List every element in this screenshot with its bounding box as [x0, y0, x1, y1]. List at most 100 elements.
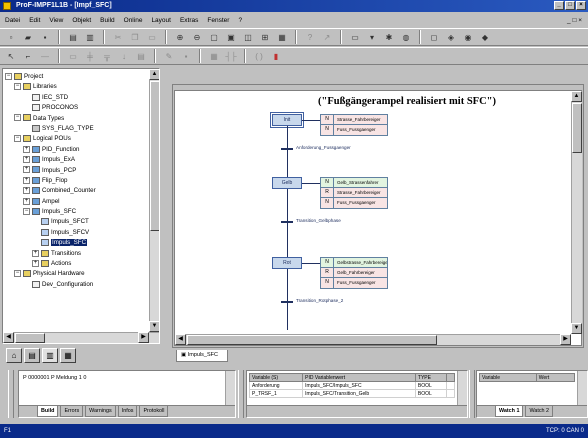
- action-row[interactable]: N Fuss_Fussgaenger: [321, 278, 387, 288]
- variables-column-header[interactable]: [445, 373, 456, 382]
- minimize-button[interactable]: _: [554, 1, 564, 10]
- editor-tab[interactable]: ▣ Impuls_SFC: [176, 350, 228, 362]
- scroll-left-icon[interactable]: ◀: [3, 332, 14, 343]
- scroll-up-icon[interactable]: ▲: [149, 69, 159, 80]
- watch-tab[interactable]: Watch 2: [525, 406, 554, 417]
- message-scrollbar[interactable]: [225, 371, 235, 405]
- sfc-transition[interactable]: [281, 148, 293, 150]
- menu-item-8[interactable]: Fenster: [206, 17, 230, 24]
- action-block[interactable]: N Strasse_Fahrbereiger N Fuss_Fussgaenger: [320, 114, 388, 136]
- tree-node[interactable]: Impuls_SFC: [5, 238, 147, 248]
- jump-icon[interactable]: ↓: [117, 49, 131, 63]
- action-row[interactable]: R Gelb_Fahrbereiger: [321, 268, 387, 278]
- message-tab[interactable]: Build: [37, 406, 59, 417]
- menu-item-1[interactable]: Edit: [28, 17, 41, 24]
- tree-node[interactable]: SYS_FLAG_TYPE: [5, 124, 147, 134]
- variables-column-header[interactable]: Variable (S): [248, 373, 304, 382]
- grid-icon[interactable]: ▦: [275, 30, 289, 44]
- build-icon[interactable]: ✱: [382, 30, 396, 44]
- expand-icon[interactable]: +: [23, 155, 30, 163]
- tree-node[interactable]: + Transitions: [5, 249, 147, 259]
- close-button[interactable]: ×: [576, 1, 586, 10]
- expand-icon[interactable]: +: [23, 197, 30, 205]
- collapse-icon[interactable]: −: [14, 270, 21, 278]
- menu-item-3[interactable]: Objekt: [71, 17, 92, 24]
- expand-icon[interactable]: +: [23, 187, 30, 195]
- help-icon[interactable]: ?: [303, 30, 317, 44]
- coil-icon[interactable]: ( ): [252, 49, 266, 63]
- maximize-button[interactable]: □: [565, 1, 575, 10]
- cold-start-icon[interactable]: ◈: [444, 30, 458, 44]
- sfc-transition[interactable]: [281, 221, 293, 223]
- tree-node[interactable]: + PID_Function: [5, 145, 147, 155]
- table-row[interactable]: Anforderung Impuls_SFC/Impuls_SFC BOOL: [248, 381, 456, 390]
- cut-icon[interactable]: ✂: [111, 30, 125, 44]
- window-tile-icon[interactable]: ▣: [224, 30, 238, 44]
- message-tab[interactable]: Protokoll: [139, 406, 169, 417]
- menu-item-6[interactable]: Layout: [150, 17, 172, 24]
- action-row[interactable]: N Gelbstrasse_Fahrbereiger: [321, 258, 387, 268]
- arrow-icon[interactable]: ↗: [320, 30, 334, 44]
- online-icon[interactable]: ◻: [427, 30, 441, 44]
- tree-node[interactable]: − Project: [5, 72, 147, 82]
- copy-icon[interactable]: ❐: [128, 30, 142, 44]
- tree-node[interactable]: − Logical POUs: [5, 134, 147, 144]
- action-row[interactable]: N Fuss_Fussgaenger: [321, 125, 387, 135]
- action-block[interactable]: N Gelbstrasse_Fahrbereiger R Gelb_Fahrberei…: [320, 257, 388, 289]
- fb-icon[interactable]: ▦: [207, 49, 221, 63]
- tree-node[interactable]: Impuls_SFCT: [5, 217, 147, 227]
- scroll-right-icon[interactable]: ▶: [138, 332, 149, 343]
- tree-node[interactable]: Impuls_SFCV: [5, 228, 147, 238]
- collapse-icon[interactable]: −: [14, 135, 21, 143]
- tree-node[interactable]: + Ampel: [5, 197, 147, 207]
- step-icon[interactable]: ▭: [66, 49, 80, 63]
- tree-vertical-scrollbar[interactable]: ▲ ▼: [149, 69, 159, 332]
- scroll-left-icon[interactable]: ◀: [175, 334, 186, 345]
- scroll-thumb[interactable]: [15, 333, 45, 343]
- table-row[interactable]: P_TRSF_1 Impuls_SFC/Transition_Gelb BOOL: [248, 389, 456, 398]
- action-row[interactable]: N Fuss_Fussgaenger: [321, 198, 387, 208]
- stop-icon[interactable]: ◆: [478, 30, 492, 44]
- paste-icon[interactable]: ▭: [145, 30, 159, 44]
- select-arrow-icon[interactable]: ↖: [4, 49, 18, 63]
- connect-line-icon[interactable]: —: [38, 49, 52, 63]
- scroll-down-icon[interactable]: ▼: [571, 323, 582, 334]
- expand-icon[interactable]: +: [23, 176, 30, 184]
- watch-scrollbar[interactable]: [577, 371, 587, 405]
- editor-horizontal-scrollbar[interactable]: ◀ ▶: [175, 334, 571, 345]
- menu-item-2[interactable]: View: [48, 17, 64, 24]
- zoom-in-icon[interactable]: ⊕: [173, 30, 187, 44]
- menu-item-5[interactable]: Online: [123, 17, 144, 24]
- message-tab[interactable]: Errors: [60, 406, 84, 417]
- pointer-icon[interactable]: ⌐: [21, 49, 35, 63]
- tree-node[interactable]: Dev_Configuration: [5, 280, 147, 290]
- scroll-right-icon[interactable]: ▶: [560, 334, 571, 345]
- watch-header-variable[interactable]: Variable: [479, 373, 537, 382]
- scroll-thumb[interactable]: [187, 335, 437, 345]
- variable-icon[interactable]: ▪: [179, 49, 193, 63]
- menu-item-0[interactable]: Datei: [4, 17, 21, 24]
- branch-icon[interactable]: ╦: [100, 49, 114, 63]
- menu-item-4[interactable]: Build: [99, 17, 115, 24]
- monitor-icon[interactable]: ▭: [348, 30, 362, 44]
- tab-logical-icon[interactable]: ⌂: [6, 348, 22, 363]
- dropdown-arrow-icon[interactable]: ▾: [365, 30, 379, 44]
- sfc-step[interactable]: Init: [272, 114, 302, 126]
- message-tab[interactable]: Warnings: [85, 406, 116, 417]
- dock-handle[interactable]: [469, 370, 475, 418]
- comment-icon[interactable]: ✎: [162, 49, 176, 63]
- variables-column-header[interactable]: PID Variablenwert: [302, 373, 416, 382]
- network-icon[interactable]: ⊞: [258, 30, 272, 44]
- action-block[interactable]: N Gelb_Strassenfahrer R Strasse_Fahrbereige…: [320, 177, 388, 209]
- tree-node[interactable]: PROCONOS: [5, 103, 147, 113]
- mdi-controls[interactable]: _ □ ×: [567, 17, 582, 24]
- watch-header-value[interactable]: Wert: [535, 373, 576, 382]
- action-row[interactable]: R Strasse_Fahrbereiger: [321, 188, 387, 198]
- tab-libraries-icon[interactable]: ▦: [60, 348, 76, 363]
- watch-tab[interactable]: Watch 1: [495, 406, 524, 417]
- window-icon[interactable]: ▢: [207, 30, 221, 44]
- variables-column-header[interactable]: TYPE: [414, 373, 447, 382]
- message-tab[interactable]: Infos: [117, 406, 138, 417]
- menu-item-7[interactable]: Extras: [179, 17, 199, 24]
- variables-scrollbar[interactable]: [457, 371, 467, 405]
